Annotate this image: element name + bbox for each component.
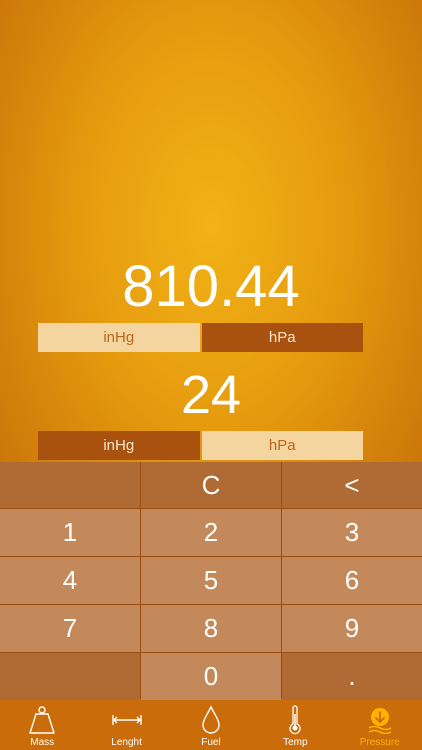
- thermometer-icon: [289, 705, 301, 735]
- tab-pressure[interactable]: Pressure: [338, 700, 422, 750]
- key-3[interactable]: 3: [282, 509, 422, 556]
- result-display: 810.44: [122, 254, 300, 319]
- tab-temp-label: Temp: [283, 737, 308, 748]
- input-unit-selector: inHg hPa: [38, 431, 363, 460]
- tab-mass[interactable]: Mass: [0, 700, 84, 750]
- decimal-point-button[interactable]: .: [282, 653, 422, 700]
- output-unit-hpa[interactable]: hPa: [201, 323, 363, 352]
- tab-length-label: Lenght: [111, 737, 142, 748]
- key-9[interactable]: 9: [282, 605, 422, 652]
- tab-pressure-label: Pressure: [359, 737, 400, 748]
- clear-button[interactable]: C: [141, 462, 281, 508]
- keypad: C < 1 2 3 4 5 6 7 8 9 0 .: [0, 462, 422, 700]
- tab-temp[interactable]: Temp: [253, 700, 337, 750]
- input-display: 24: [180, 365, 242, 425]
- input-unit-hpa[interactable]: hPa: [201, 431, 363, 460]
- tab-fuel[interactable]: Fuel: [169, 700, 253, 750]
- output-unit-selector: inHg hPa: [38, 323, 363, 352]
- key-5[interactable]: 5: [141, 557, 281, 604]
- pressure-icon: [368, 708, 392, 734]
- weight-icon: [29, 706, 55, 734]
- tab-bar: Mass Lenght Fuel Temp Pressure: [0, 700, 422, 750]
- key-1[interactable]: 1: [0, 509, 140, 556]
- keypad-blank-top: [0, 462, 140, 508]
- key-4[interactable]: 4: [0, 557, 140, 604]
- tab-mass-label: Mass: [30, 737, 55, 748]
- key-6[interactable]: 6: [282, 557, 422, 604]
- key-7[interactable]: 7: [0, 605, 140, 652]
- key-2[interactable]: 2: [141, 509, 281, 556]
- tab-length[interactable]: Lenght: [85, 700, 169, 750]
- key-8[interactable]: 8: [141, 605, 281, 652]
- drop-icon: [202, 705, 220, 734]
- output-unit-inhg[interactable]: inHg: [38, 323, 200, 352]
- converter-screen: 810.44 inHg hPa 24 inHg hPa C < 1 2 3 4 …: [0, 0, 422, 750]
- keypad-blank-bottom: [0, 653, 140, 700]
- backspace-button[interactable]: <: [282, 462, 422, 508]
- tab-fuel-label: Fuel: [201, 737, 221, 748]
- ruler-icon: [111, 715, 142, 725]
- input-unit-inhg[interactable]: inHg: [38, 431, 200, 460]
- key-0[interactable]: 0: [141, 653, 281, 700]
